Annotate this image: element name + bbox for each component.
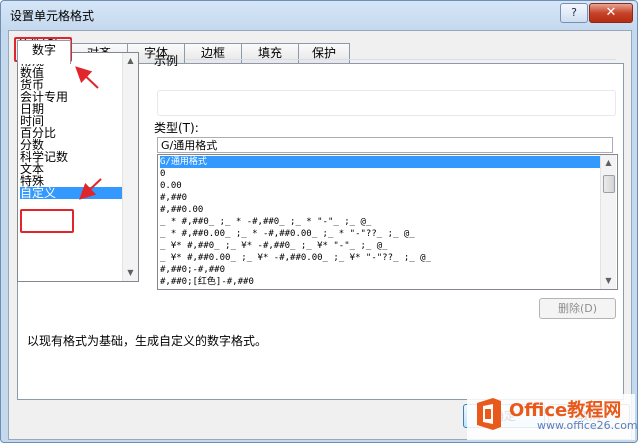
scroll-up-icon[interactable]: ▲ — [124, 54, 137, 67]
office-logo-icon — [477, 398, 501, 430]
close-button[interactable]: ✕ — [589, 3, 633, 23]
category-custom[interactable]: 自定义 — [20, 187, 122, 199]
format-item[interactable]: _ ¥* #,##0.00_ ;_ ¥* -#,##0.00_ ;_ ¥* "-… — [160, 252, 600, 264]
scroll-thumb[interactable] — [603, 175, 615, 193]
format-code-list[interactable]: G/通用格式 0 0.00 #,##0 #,##0.00 _ * #,##0_ … — [157, 154, 618, 290]
format-item[interactable]: _ * #,##0_ ;_ * -#,##0_ ;_ * "-"_ ;_ @_ — [160, 216, 600, 228]
sample-preview — [157, 90, 616, 116]
watermark-url: www.office26.com — [537, 419, 638, 432]
tab-fill[interactable]: 填充 — [241, 43, 299, 63]
tab-border[interactable]: 边框 — [184, 43, 242, 63]
format-item[interactable]: 0 — [160, 168, 600, 180]
title-bar[interactable]: 设置单元格格式 ? ✕ — [1, 1, 637, 29]
type-input[interactable]: G/通用格式 — [157, 137, 613, 153]
scroll-down-icon[interactable]: ▼ — [602, 274, 615, 287]
sample-label: 示例 — [154, 54, 179, 68]
category-list[interactable]: 常规 数值 货币 会计专用 日期 时间 百分比 分数 科学记数 文本 特殊 自定… — [17, 52, 139, 282]
watermark: Office教程网 www.office26.com — [467, 394, 638, 440]
format-item[interactable]: 0.00 — [160, 180, 600, 192]
custom-format-description: 以现有格式为基础，生成自定义的数字格式。 — [27, 334, 268, 348]
tab-number[interactable]: 数字 — [17, 40, 71, 64]
scroll-up-icon[interactable]: ▲ — [602, 156, 615, 169]
help-button[interactable]: ? — [560, 3, 588, 23]
scroll-down-icon[interactable]: ▼ — [124, 266, 137, 279]
type-label: 类型(T): — [154, 121, 199, 135]
category-scrollbar[interactable]: ▲ ▼ — [122, 53, 138, 281]
format-item[interactable]: #,##0 — [160, 192, 600, 204]
format-item[interactable]: G/通用格式 — [160, 156, 600, 168]
format-scrollbar[interactable]: ▲ ▼ — [600, 155, 616, 289]
format-item[interactable]: _ ¥* #,##0_ ;_ ¥* -#,##0_ ;_ ¥* "-"_ ;_ … — [160, 240, 600, 252]
delete-button[interactable]: 删除(D) — [539, 298, 616, 319]
dialog-title: 设置单元格格式 — [10, 9, 95, 23]
format-item[interactable]: #,##0;[红色]-#,##0 — [160, 276, 600, 288]
format-item[interactable]: #,##0.00 — [160, 204, 600, 216]
tab-protection[interactable]: 保护 — [298, 43, 350, 63]
sample-divider — [186, 59, 616, 60]
format-item[interactable]: _ * #,##0.00_ ;_ * -#,##0.00_ ;_ * "-"??… — [160, 228, 600, 240]
format-item[interactable]: #,##0;-#,##0 — [160, 264, 600, 276]
